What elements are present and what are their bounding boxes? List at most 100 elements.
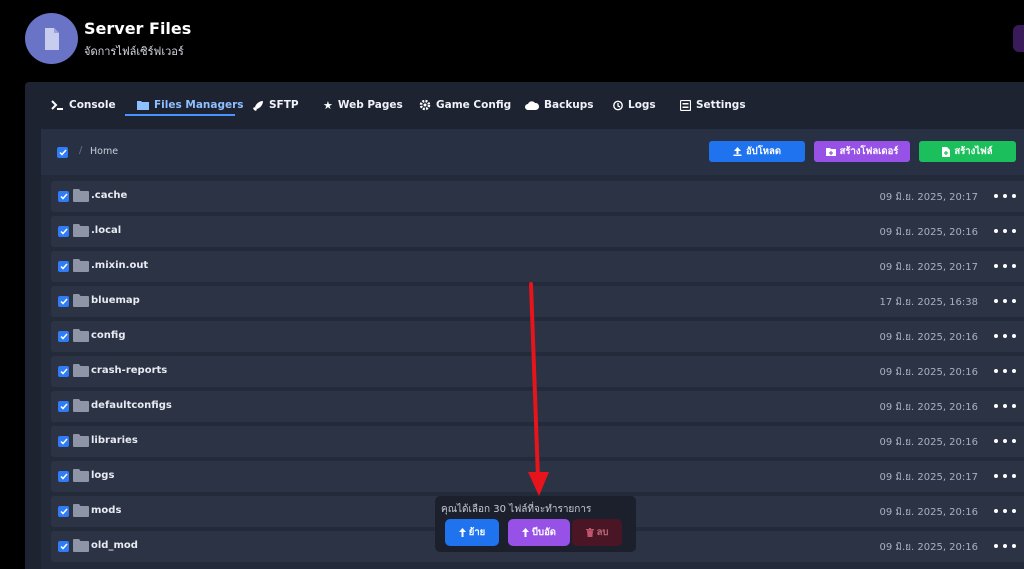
row-checkbox[interactable] xyxy=(58,331,69,342)
create-folder-button[interactable]: สร้างโฟลเดอร์ xyxy=(814,141,910,162)
tab-files-managers[interactable]: Files Managers xyxy=(137,94,244,116)
file-name: mods xyxy=(91,505,122,516)
file-row[interactable]: libraries 09 มิ.ย. 2025, 20:16 xyxy=(51,426,1024,457)
row-checkbox[interactable] xyxy=(58,261,69,272)
more-options-icon[interactable] xyxy=(994,504,1016,518)
row-checkbox[interactable] xyxy=(58,401,69,412)
tab-sftp[interactable]: SFTP xyxy=(253,94,299,116)
file-row[interactable]: .mixin.out 09 มิ.ย. 2025, 20:17 xyxy=(51,251,1024,282)
check-icon xyxy=(59,473,68,480)
tab-label: Game Config xyxy=(436,99,512,111)
row-checkbox[interactable] xyxy=(58,366,69,377)
tab-label: SFTP xyxy=(269,99,299,111)
move-label: ย้าย xyxy=(468,527,486,538)
folder-icon xyxy=(73,259,89,272)
file-row[interactable]: logs 09 มิ.ย. 2025, 20:17 xyxy=(51,461,1024,492)
folder-icon xyxy=(73,294,89,307)
check-icon xyxy=(59,193,68,200)
create-file-label: สร้างไฟล์ xyxy=(954,146,993,157)
arrow-up-icon xyxy=(458,528,466,537)
more-options-icon[interactable] xyxy=(994,434,1016,448)
trash-icon xyxy=(585,528,594,537)
folder-icon xyxy=(73,469,89,482)
folder-icon xyxy=(73,224,89,237)
gear-icon xyxy=(419,99,431,111)
row-checkbox[interactable] xyxy=(58,541,69,552)
file-date: 09 มิ.ย. 2025, 20:16 xyxy=(879,542,978,553)
row-checkbox[interactable] xyxy=(58,191,69,202)
app-avatar xyxy=(25,13,78,64)
arrow-up-icon xyxy=(522,528,530,537)
check-icon xyxy=(58,149,67,156)
more-options-icon[interactable] xyxy=(994,399,1016,413)
file-date: 09 มิ.ย. 2025, 20:16 xyxy=(879,367,978,378)
row-checkbox[interactable] xyxy=(58,226,69,237)
row-checkbox[interactable] xyxy=(58,296,69,307)
page-title: Server Files xyxy=(84,19,192,38)
tab-settings[interactable]: Settings xyxy=(680,94,746,116)
file-plus-icon xyxy=(942,146,951,157)
tab-label: Backups xyxy=(544,99,594,111)
folder-icon xyxy=(73,364,89,377)
file-name: .mixin.out xyxy=(91,260,149,271)
file-name: logs xyxy=(91,470,115,481)
more-options-icon[interactable] xyxy=(994,539,1016,553)
create-file-button[interactable]: สร้างไฟล์ xyxy=(919,141,1016,162)
corner-button[interactable] xyxy=(1013,25,1024,52)
file-date: 09 มิ.ย. 2025, 20:16 xyxy=(879,402,978,413)
more-options-icon[interactable] xyxy=(994,329,1016,343)
file-row[interactable]: .cache 09 มิ.ย. 2025, 20:17 xyxy=(51,181,1024,212)
row-checkbox[interactable] xyxy=(58,436,69,447)
selection-count-text: คุณได้เลือก 30 ไฟล์ที่จะทำรายการ xyxy=(441,504,592,515)
folder-icon xyxy=(73,189,89,202)
star-icon: ★ xyxy=(323,98,333,112)
row-checkbox[interactable] xyxy=(58,471,69,482)
more-options-icon[interactable] xyxy=(994,364,1016,378)
more-options-icon[interactable] xyxy=(994,294,1016,308)
upload-icon xyxy=(733,147,742,156)
tab-console[interactable]: Console xyxy=(51,94,116,116)
check-icon xyxy=(59,543,68,550)
file-date: 09 มิ.ย. 2025, 20:17 xyxy=(879,472,978,483)
delete-button[interactable]: ลบ xyxy=(572,519,622,546)
more-options-icon[interactable] xyxy=(994,189,1016,203)
terminal-icon xyxy=(51,100,63,110)
breadcrumb-separator: / xyxy=(79,145,83,156)
file-row[interactable]: bluemap 17 มิ.ย. 2025, 16:38 xyxy=(51,286,1024,317)
check-icon xyxy=(59,368,68,375)
folder-icon xyxy=(73,539,89,552)
tab-label: Console xyxy=(69,99,116,111)
more-options-icon[interactable] xyxy=(994,259,1016,273)
delete-label: ลบ xyxy=(596,527,609,538)
upload-button[interactable]: อัปโหลด xyxy=(709,141,805,162)
move-button[interactable]: ย้าย xyxy=(445,519,499,546)
settings-icon xyxy=(680,99,691,111)
tab-label: Settings xyxy=(696,99,746,111)
breadcrumb[interactable]: Home xyxy=(90,146,118,157)
tab-label: Files Managers xyxy=(154,99,244,111)
cloud-icon xyxy=(525,101,539,110)
file-date: 09 มิ.ย. 2025, 20:16 xyxy=(879,507,978,518)
selection-action-bar: คุณได้เลือก 30 ไฟล์ที่จะทำรายการ ย้าย บี… xyxy=(435,496,636,552)
page-subtitle: จัดการไฟล์เซิร์ฟเวอร์ xyxy=(84,45,184,58)
tab-backups[interactable]: Backups xyxy=(525,94,594,116)
file-row[interactable]: .local 09 มิ.ย. 2025, 20:16 xyxy=(51,216,1024,247)
file-row[interactable]: crash-reports 09 มิ.ย. 2025, 20:16 xyxy=(51,356,1024,387)
file-date: 17 มิ.ย. 2025, 16:38 xyxy=(879,297,978,308)
folder-icon xyxy=(137,101,149,110)
more-options-icon[interactable] xyxy=(994,224,1016,238)
file-name: bluemap xyxy=(91,295,140,306)
tab-logs[interactable]: Logs xyxy=(612,94,656,116)
file-row[interactable]: config 09 มิ.ย. 2025, 20:16 xyxy=(51,321,1024,352)
file-name: config xyxy=(91,330,126,341)
tab-game-config[interactable]: Game Config xyxy=(419,94,511,116)
select-all-checkbox[interactable] xyxy=(57,147,68,158)
more-options-icon[interactable] xyxy=(994,469,1016,483)
tab-web-pages[interactable]: ★ Web Pages xyxy=(323,94,403,116)
folder-icon xyxy=(73,504,89,517)
compress-button[interactable]: บีบอัด xyxy=(508,519,570,546)
file-name: .local xyxy=(91,225,122,236)
row-checkbox[interactable] xyxy=(58,506,69,517)
file-name: .cache xyxy=(91,190,128,201)
file-row[interactable]: defaultconfigs 09 มิ.ย. 2025, 20:16 xyxy=(51,391,1024,422)
